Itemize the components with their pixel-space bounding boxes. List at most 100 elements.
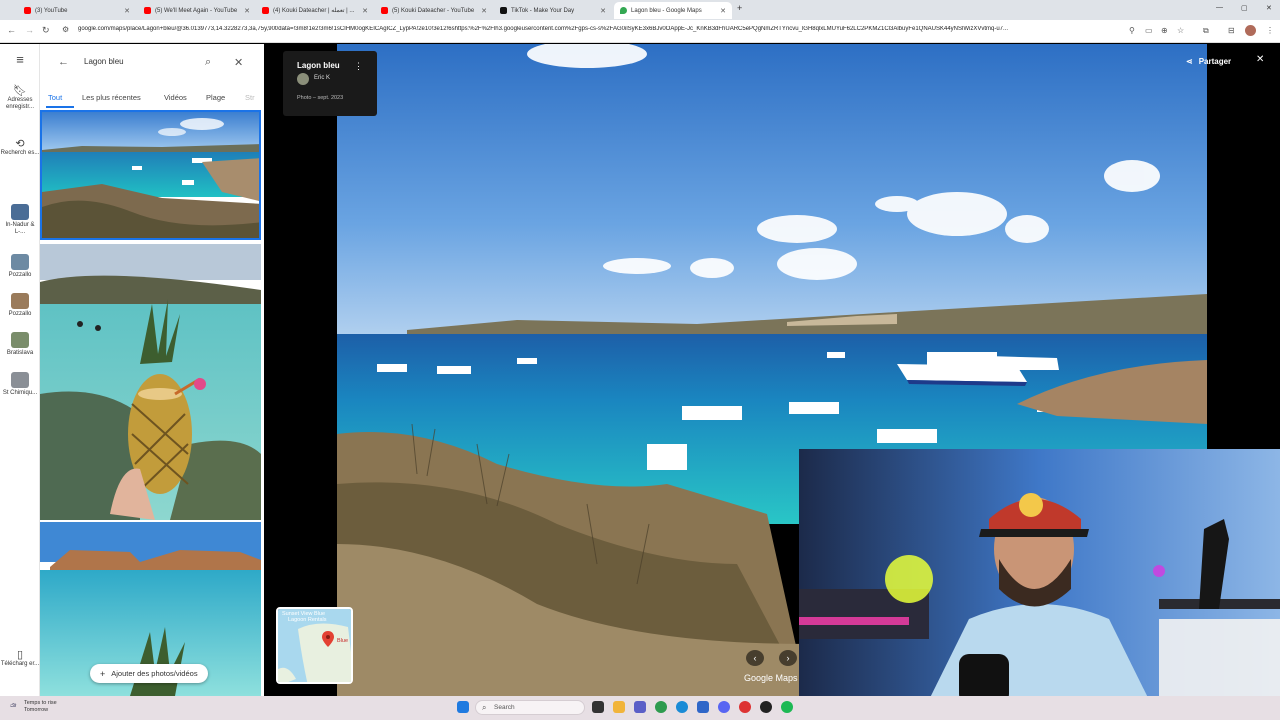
recent-place-pozzallo-2[interactable]: Pozzallo xyxy=(0,293,40,318)
place-thumbnail xyxy=(11,254,29,270)
photo-thumbnail-lagoon[interactable] xyxy=(40,110,261,240)
next-photo-button[interactable]: › xyxy=(779,650,797,666)
minimize-icon[interactable]: — xyxy=(1216,4,1223,11)
rail-label: Pozzallo xyxy=(8,272,32,278)
chrome-icon[interactable] xyxy=(655,701,667,713)
back-icon[interactable]: ← xyxy=(7,25,16,35)
tab-most-recent[interactable]: Les plus récentes xyxy=(82,93,141,102)
sidebar-toggle-icon[interactable]: ⊟ xyxy=(1228,26,1235,35)
recent-searches-button[interactable]: ⟲ Recherch es... xyxy=(0,138,40,157)
youtube-favicon-icon xyxy=(262,7,269,14)
close-tab-icon[interactable]: ✕ xyxy=(481,7,487,15)
zoom-icon[interactable]: ⊕ xyxy=(1161,26,1168,35)
history-icon: ⟲ xyxy=(15,138,25,150)
mini-map-label-2: Lagoon Rentals xyxy=(288,617,327,623)
url-field[interactable]: google.com/maps/place/Lagon+bleu/@36.013… xyxy=(78,26,1128,38)
chevron-left-icon: ‹ xyxy=(753,653,757,663)
recent-place-pozzallo-1[interactable]: Pozzallo xyxy=(0,254,40,279)
close-tab-icon[interactable]: ✕ xyxy=(720,7,726,15)
recent-place-in-nadur[interactable]: In-Nadur & L-... xyxy=(0,204,40,236)
cast-icon[interactable]: ▭ xyxy=(1145,26,1153,35)
download-app-button[interactable]: ▯ Télécharg er... xyxy=(0,650,40,668)
profile-avatar[interactable] xyxy=(1245,25,1256,36)
tab-youtube-1[interactable]: (3) YouTube ✕ xyxy=(18,2,136,19)
app-icon[interactable] xyxy=(739,701,751,713)
close-tab-icon[interactable]: ✕ xyxy=(244,7,250,15)
site-info-icon[interactable]: ⚙ xyxy=(62,25,69,34)
tab-tiktok[interactable]: TikTok - Make Your Day ✕ xyxy=(494,2,612,19)
spotify-icon[interactable] xyxy=(781,701,793,713)
add-photos-button[interactable]: + Ajouter des photos/vidéos xyxy=(90,664,208,683)
more-options-icon[interactable]: ⋮ xyxy=(354,61,363,72)
menu-button[interactable]: ≡ xyxy=(0,53,40,66)
place-title[interactable]: Lagon bleu xyxy=(297,61,340,70)
windows-taskbar: ⛅︎ Temps to rise Tomorrow ⌕ Search xyxy=(0,696,1280,720)
weather-widget[interactable]: Temps to rise Tomorrow xyxy=(24,700,57,714)
tab-all[interactable]: Tout xyxy=(48,93,62,102)
back-arrow-icon[interactable]: ← xyxy=(58,56,69,68)
author-avatar[interactable] xyxy=(297,73,309,85)
tab-youtube-4[interactable]: (5) Kouki Dateacher - YouTube ✕ xyxy=(375,2,493,19)
search-icon[interactable]: ⌕ xyxy=(205,56,211,69)
forward-icon[interactable]: → xyxy=(25,25,34,35)
browser-menu-icon[interactable]: ⋮ xyxy=(1266,26,1274,35)
saved-places-button[interactable]: 🔖︎ Adresses enregistr... xyxy=(0,85,40,111)
reload-icon[interactable]: ↻ xyxy=(42,25,50,36)
tab-youtube-2[interactable]: (5) We'll Meet Again - YouTube ✕ xyxy=(138,2,256,19)
previous-photo-button[interactable]: ‹ xyxy=(746,650,764,666)
search-input[interactable] xyxy=(84,57,194,66)
close-viewer-icon[interactable]: ✕ xyxy=(1256,54,1264,65)
taskbar-search[interactable]: ⌕ Search xyxy=(475,700,585,715)
add-photos-label: Ajouter des photos/vidéos xyxy=(111,669,198,678)
file-explorer-icon[interactable] xyxy=(613,701,625,713)
close-window-icon[interactable]: ✕ xyxy=(1266,4,1272,12)
bookmark-star-icon[interactable]: ☆ xyxy=(1177,26,1184,35)
tab-videos[interactable]: Vidéos xyxy=(164,93,187,102)
new-tab-button[interactable]: + xyxy=(737,3,742,13)
youtube-favicon-icon xyxy=(24,7,31,14)
close-tab-icon[interactable]: ✕ xyxy=(362,7,368,15)
weather-line-2: Tomorrow xyxy=(24,707,49,713)
youtube-favicon-icon xyxy=(381,7,388,14)
maximize-icon[interactable]: ▢ xyxy=(1241,4,1248,12)
tab-label: TikTok - Make Your Day xyxy=(511,7,575,14)
mini-map[interactable]: Sunset View Blue Lagoon Rentals Blue xyxy=(276,607,353,684)
app-icon[interactable] xyxy=(760,701,772,713)
clear-search-icon[interactable]: ✕ xyxy=(234,56,243,69)
close-tab-icon[interactable]: ✕ xyxy=(600,7,606,15)
store-icon[interactable] xyxy=(697,701,709,713)
google-maps-logo: Google Maps xyxy=(744,673,798,683)
rail-label: Adresses enregistr... xyxy=(5,97,34,110)
tab-label: (5) Kouki Dateacher - YouTube xyxy=(392,7,475,14)
tab-label: (3) YouTube xyxy=(35,7,68,14)
location-icon[interactable]: ⚲ xyxy=(1129,26,1135,35)
windows-start-icon[interactable] xyxy=(457,701,469,713)
bookmark-icon: 🔖︎ xyxy=(13,85,27,97)
mini-map-pin-label: Blue xyxy=(337,638,348,644)
youtube-favicon-icon xyxy=(144,7,151,14)
tiktok-favicon-icon xyxy=(500,7,507,14)
recent-place-bratislava[interactable]: Bratislava xyxy=(0,332,40,357)
tab-beach[interactable]: Plage xyxy=(206,93,225,102)
author-name[interactable]: Eric K xyxy=(314,75,330,81)
close-tab-icon[interactable]: ✕ xyxy=(124,7,130,15)
teams-icon[interactable] xyxy=(634,701,646,713)
weather-line-1: Temps to rise xyxy=(24,700,57,706)
maps-left-rail: ≡ 🔖︎ Adresses enregistr... ⟲ Recherch es… xyxy=(0,44,40,696)
discord-icon[interactable] xyxy=(718,701,730,713)
place-thumbnail xyxy=(11,332,29,348)
tab-google-maps[interactable]: Lagon bleu - Google Maps ✕ xyxy=(614,2,732,19)
extensions-icon[interactable]: ⧉ xyxy=(1203,26,1209,36)
pineapple-photo-image xyxy=(40,244,261,520)
rail-label: Pozzallo xyxy=(8,311,32,317)
tab-youtube-3[interactable]: (4) Kouki Dateacher | تعمله | ... ✕ xyxy=(256,2,374,19)
active-tab-indicator xyxy=(46,106,74,108)
share-button[interactable]: ⋖ Partager xyxy=(1178,53,1239,69)
tab-street[interactable]: Str xyxy=(245,93,255,102)
edge-icon[interactable] xyxy=(676,701,688,713)
search-icon: ⌕ xyxy=(482,702,487,712)
place-thumbnail xyxy=(11,293,29,309)
photo-thumbnail-pineapple[interactable] xyxy=(40,244,261,520)
recent-place-st[interactable]: St Chimiqu... xyxy=(0,372,40,397)
task-view-icon[interactable] xyxy=(592,701,604,713)
